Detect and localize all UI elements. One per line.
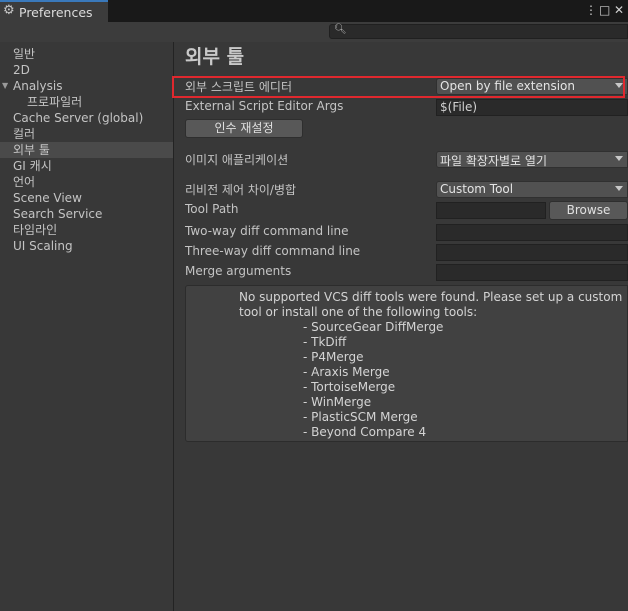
sidebar-item-label: 프로파일러 [27, 95, 83, 109]
sidebar-item-label: 언어 [13, 175, 36, 189]
tool-path-label: Tool Path [185, 202, 239, 216]
sidebar-item-search-service[interactable]: Search Service [0, 206, 173, 222]
sidebar-item-external-tools[interactable]: 외부 툴 [0, 142, 173, 158]
expand-arrow-icon[interactable]: ▼ [2, 78, 8, 94]
tool-list-item: - P4Merge [303, 350, 364, 364]
sidebar-item-analysis[interactable]: ▼ Analysis [0, 78, 173, 94]
chevron-down-icon [615, 156, 623, 161]
editor-args-value: $(File) [440, 100, 478, 114]
vcs-help-box: No supported VCS diff tools were found. … [185, 285, 628, 442]
image-application-value: 파일 확장자별로 열기 [440, 154, 547, 168]
sidebar-item-label: GI 캐시 [13, 159, 52, 173]
chevron-down-icon [615, 186, 623, 191]
sidebar-item-label: 타임라인 [13, 223, 58, 237]
merge-arguments-field[interactable] [436, 264, 628, 281]
browse-button[interactable]: Browse [549, 201, 628, 220]
sidebar-item-label: UI Scaling [13, 239, 73, 253]
sidebar-item-label: Cache Server (global) [13, 111, 144, 125]
revision-diff-dropdown[interactable]: Custom Tool [436, 181, 628, 198]
more-options-icon[interactable]: ⋮ [585, 3, 597, 17]
sidebar-item-profiler[interactable]: 프로파일러 [0, 94, 173, 110]
sidebar-item-label: 컬러 [13, 127, 36, 141]
image-application-dropdown[interactable]: 파일 확장자별로 열기 [436, 151, 628, 168]
settings-panel: 외부 툴 외부 스크립트 에디터 Open by file extension … [174, 42, 628, 611]
sidebar-item-label: 외부 툴 [13, 143, 50, 157]
editor-args-field[interactable]: $(File) [436, 99, 628, 116]
sidebar-item-ui-scaling[interactable]: UI Scaling [0, 238, 173, 254]
search-icon: 🔍︎ [334, 24, 347, 35]
revision-diff-label: 리비전 제어 차이/병합 [185, 183, 297, 197]
sidebar-item-gi-cache[interactable]: GI 캐시 [0, 158, 173, 174]
sidebar-item-2d[interactable]: 2D [0, 62, 173, 78]
tool-list-item: - WinMerge [303, 395, 372, 409]
tool-list-item: - TkDiff [303, 335, 347, 349]
sidebar-item-label: Search Service [13, 207, 103, 221]
sidebar-item-label: 일반 [13, 47, 36, 61]
tool-list-item: - Beyond Compare 4 [303, 425, 427, 439]
preferences-tab[interactable]: ⚙ Preferences [0, 0, 108, 22]
sidebar-item-label: 2D [13, 63, 30, 77]
sidebar-item-general[interactable]: 일반 [0, 46, 173, 62]
page-title: 외부 툴 [185, 46, 245, 68]
revision-diff-value: Custom Tool [440, 182, 514, 196]
highlight-box [172, 76, 625, 98]
tool-list-item: - TortoiseMerge [303, 380, 396, 394]
tool-list-item: - Araxis Merge [303, 365, 390, 379]
search-input[interactable]: 🔍︎ [329, 24, 628, 39]
three-way-diff-label: Three-way diff command line [185, 244, 361, 258]
sidebar-item-language[interactable]: 언어 [0, 174, 173, 190]
sidebar-item-label: Scene View [13, 191, 82, 205]
tool-list-item: - PlasticSCM Merge [303, 410, 418, 424]
tool-path-field[interactable] [436, 202, 546, 219]
window-title: Preferences [19, 5, 93, 20]
two-way-diff-field[interactable] [436, 224, 628, 241]
tool-list-item: - SourceGear DiffMerge [303, 320, 444, 334]
sidebar-item-scene-view[interactable]: Scene View [0, 190, 173, 206]
sidebar-item-timeline[interactable]: 타임라인 [0, 222, 173, 238]
maximize-icon[interactable]: □ [599, 3, 610, 17]
sidebar: 일반 2D ▼ Analysis 프로파일러 Cache Server (glo… [0, 42, 174, 611]
help-message: No supported VCS diff tools were found. … [239, 290, 623, 319]
close-icon[interactable]: ✕ [614, 3, 624, 17]
image-application-label: 이미지 애플리케이션 [185, 153, 289, 167]
two-way-diff-label: Two-way diff command line [185, 224, 349, 238]
gear-icon: ⚙ [3, 3, 15, 18]
title-bar: ⚙ Preferences ⋮ □ ✕ [0, 0, 628, 22]
sidebar-item-cache-server[interactable]: Cache Server (global) [0, 110, 173, 126]
toolbar: 🔍︎ [0, 22, 628, 42]
reset-arguments-button[interactable]: 인수 재설정 [185, 119, 303, 138]
editor-args-label: External Script Editor Args [185, 99, 344, 113]
sidebar-item-colors[interactable]: 컬러 [0, 126, 173, 142]
merge-arguments-label: Merge arguments [185, 264, 292, 278]
three-way-diff-field[interactable] [436, 244, 628, 261]
sidebar-item-label: Analysis [13, 79, 63, 93]
